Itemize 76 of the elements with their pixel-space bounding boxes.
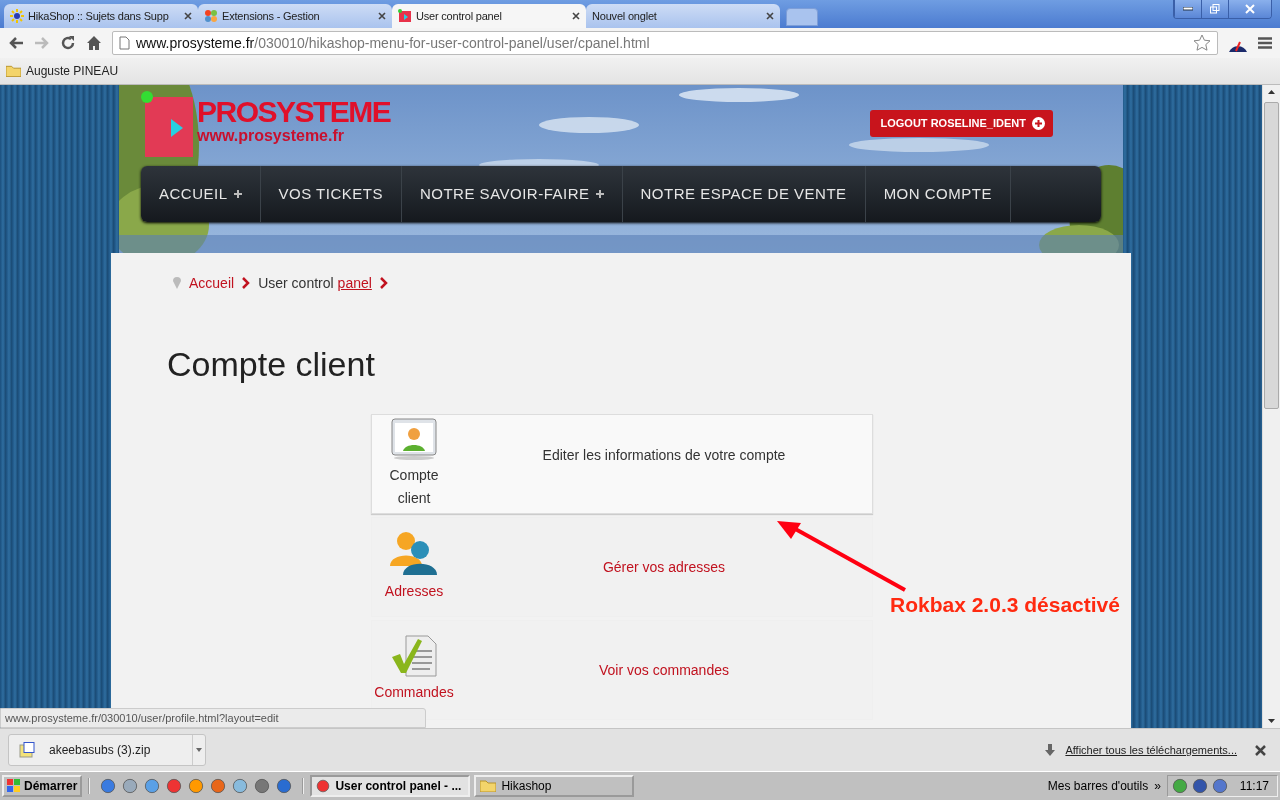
close-button[interactable]: [1228, 0, 1271, 18]
logo-icon: [141, 90, 193, 157]
taskbar-window[interactable]: User control panel - ...: [310, 775, 471, 798]
logout-button[interactable]: LOGOUT ROSELINE_IDENT: [869, 109, 1053, 137]
browser-tab[interactable]: User control panel: [392, 3, 586, 28]
browser-tab[interactable]: Extensions - Gestion: [198, 3, 392, 28]
joomla-icon: [204, 8, 218, 23]
menu-label[interactable]: Commandes: [374, 681, 454, 705]
minimize-button[interactable]: [1174, 0, 1201, 18]
menu-description[interactable]: Editer les informations de votre compte: [456, 446, 872, 463]
plus-icon: [1032, 116, 1045, 130]
close-icon[interactable]: [766, 11, 774, 20]
address-field[interactable]: www.prosysteme.fr/030010/hikashop-menu-for-user-control-panel/user/cpanel.html: [112, 30, 1218, 55]
chevron-text[interactable]: »: [1154, 779, 1161, 794]
quick-launch-icon[interactable]: [122, 778, 139, 795]
breadcrumb-link[interactable]: Accueil: [189, 274, 235, 291]
chevron-icon: [242, 276, 251, 289]
toolbars-label[interactable]: Mes barres d'outils: [1047, 779, 1149, 794]
quick-launch-icon[interactable]: [100, 778, 117, 795]
menu-row[interactable]: Compte client Editer les informations de votre compte: [371, 413, 873, 514]
checked-document-icon: [390, 635, 438, 678]
close-icon[interactable]: [378, 11, 386, 20]
profile-window-icon: [391, 417, 437, 460]
annotation-text: Rokbax 2.0.3 désactivé: [890, 592, 1120, 617]
page-title: Compte client: [167, 344, 376, 384]
menu-icon[interactable]: [1258, 36, 1272, 49]
nav-item[interactable]: MON COMPTE: [865, 165, 1011, 222]
nav-item[interactable]: ACCUEIL: [141, 165, 261, 222]
close-icon[interactable]: [184, 11, 192, 20]
quick-launch-icon[interactable]: [232, 778, 249, 795]
restore-icon: [1210, 4, 1220, 14]
quick-launch-icon[interactable]: [188, 778, 205, 795]
nav-item[interactable]: NOTRE SAVOIR-FAIRE: [401, 165, 623, 222]
download-arrow-icon: [1045, 744, 1056, 757]
back-icon[interactable]: [8, 35, 24, 50]
zip-file-icon: [19, 742, 35, 759]
dropdown-icon[interactable]: [192, 735, 205, 766]
folder-icon: [480, 780, 497, 793]
bookmark-link[interactable]: Auguste PINEAU: [26, 63, 119, 78]
close-icon[interactable]: [572, 11, 580, 20]
scrollbar[interactable]: [1262, 84, 1280, 729]
plus-icon: [595, 189, 604, 198]
menu-label[interactable]: Adresses: [384, 580, 444, 604]
logo-text: PROSYSTEME: [197, 96, 391, 127]
pin-icon: [173, 276, 181, 289]
browser-tab[interactable]: HikaShop :: Sujets dans Supp: [4, 3, 198, 28]
download-item[interactable]: akeebasubs (3).zip: [8, 734, 206, 767]
nav-item[interactable]: VOS TICKETS: [260, 165, 402, 222]
star-icon[interactable]: [1193, 33, 1211, 52]
close-icon[interactable]: [1255, 744, 1266, 756]
close-icon: [1245, 4, 1255, 14]
clock: 11:17: [1239, 779, 1269, 794]
windows-logo-icon: [7, 779, 21, 794]
breadcrumb-link[interactable]: panel: [337, 274, 372, 291]
scroll-thumb[interactable]: [1264, 101, 1279, 409]
users-icon: [389, 530, 439, 577]
page-icon: [119, 35, 130, 50]
reload-icon[interactable]: [60, 34, 76, 51]
folder-icon: [6, 64, 21, 77]
menu-description[interactable]: Gérer vos adresses: [456, 558, 872, 575]
home-icon[interactable]: [86, 34, 102, 51]
restore-button[interactable]: [1201, 0, 1228, 18]
breadcrumb-text: User control: [258, 274, 334, 291]
sun-icon: [10, 8, 24, 23]
plus-icon: [233, 189, 242, 198]
nav-item[interactable]: NOTRE ESPACE DE VENTE: [622, 165, 866, 222]
start-button[interactable]: Démarrer: [2, 775, 83, 798]
menu-description[interactable]: Voir vos commandes: [456, 661, 872, 678]
minimize-icon: [1183, 7, 1193, 11]
chevron-icon: [379, 276, 388, 289]
taskbar-window[interactable]: Hikashop: [474, 775, 635, 798]
status-url: www.prosysteme.fr/030010/user/profile.html?layout=edit: [0, 708, 426, 729]
menu-label[interactable]: Compte client: [389, 463, 439, 510]
show-all-downloads-link[interactable]: Afficher tous les téléchargements...: [1045, 744, 1237, 757]
browser-tab[interactable]: Nouvel onglet: [586, 3, 780, 28]
site-icon: [398, 8, 412, 23]
